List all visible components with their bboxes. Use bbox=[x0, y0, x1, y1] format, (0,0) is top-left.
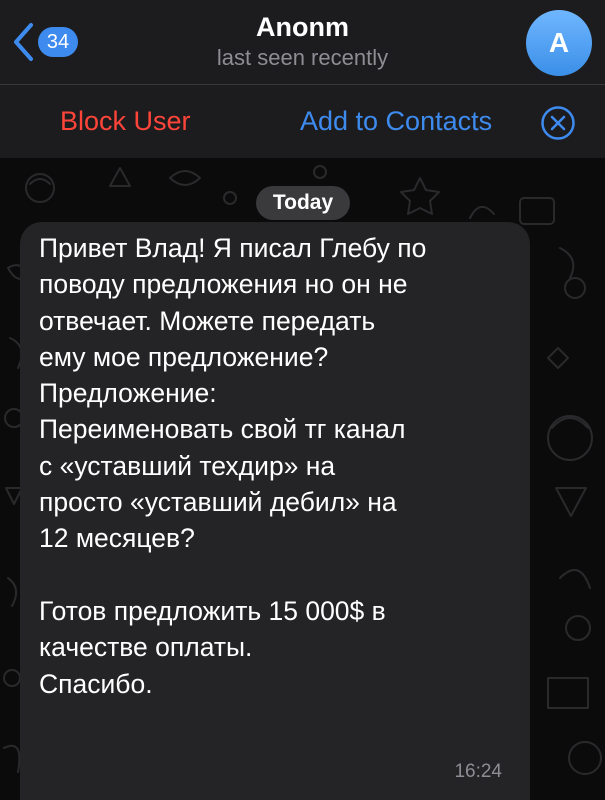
close-circle-icon bbox=[540, 106, 576, 145]
message-text: Привет Влад! Я писал Глебу по поводу пре… bbox=[39, 233, 427, 699]
chat-title: Anonm bbox=[256, 12, 349, 42]
close-bar-button[interactable] bbox=[540, 105, 576, 141]
chevron-left-icon bbox=[12, 22, 34, 62]
chat-screen: 34 Anonm last seen recently A Block User… bbox=[0, 0, 605, 800]
unread-count-badge: 34 bbox=[38, 27, 78, 57]
chat-title-block[interactable]: Anonm last seen recently bbox=[150, 10, 455, 72]
chat-status: last seen recently bbox=[216, 45, 389, 70]
incoming-message-bubble[interactable]: Привет Влад! Я писал Глебу по поводу пре… bbox=[20, 222, 530, 800]
chat-header: 34 Anonm last seen recently A bbox=[0, 0, 605, 84]
chat-area[interactable]: Today Привет Влад! Я писал Глебу по пово… bbox=[0, 158, 605, 800]
date-separator: Today bbox=[256, 186, 350, 220]
back-button[interactable]: 34 bbox=[12, 20, 78, 64]
contact-action-bar: Block User Add to Contacts bbox=[0, 85, 605, 158]
avatar[interactable]: A bbox=[526, 10, 592, 76]
block-user-button[interactable]: Block User bbox=[60, 103, 191, 139]
message-timestamp: 16:24 bbox=[454, 761, 502, 782]
add-to-contacts-button[interactable]: Add to Contacts bbox=[300, 103, 492, 139]
